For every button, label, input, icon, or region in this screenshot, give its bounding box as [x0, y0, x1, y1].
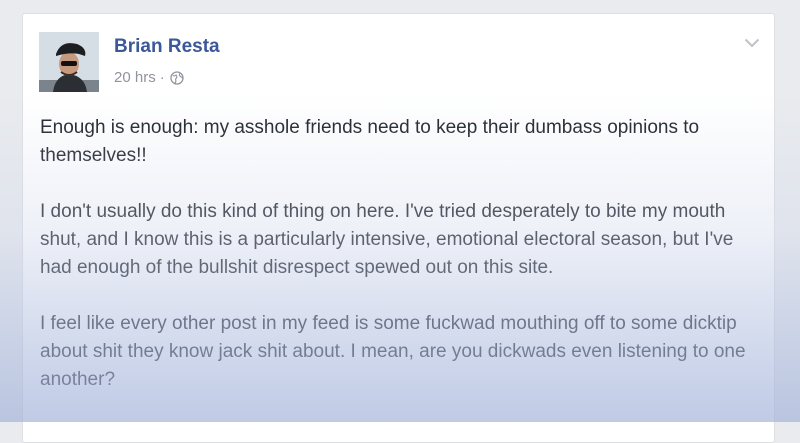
avatar-photo: [39, 32, 99, 92]
post-timestamp[interactable]: 20 hrs: [114, 69, 156, 86]
author-name-link[interactable]: Brian Resta: [114, 36, 220, 58]
post-card: Brian Resta 20 hrs · Enough is enough: m…: [22, 13, 775, 443]
post-header: Brian Resta 20 hrs ·: [39, 32, 739, 92]
avatar[interactable]: [39, 32, 99, 92]
post-paragraph: I don't usually do this kind of thing on…: [40, 201, 734, 278]
post-paragraph: I feel like every other post in my feed …: [40, 313, 746, 390]
globe-icon[interactable]: [170, 70, 184, 85]
chevron-down-icon[interactable]: [744, 38, 760, 48]
post-meta: 20 hrs ·: [114, 69, 184, 86]
meta-separator: ·: [159, 69, 165, 86]
post-paragraph: Enough is enough: my asshole friends nee…: [40, 117, 700, 166]
post-body: Enough is enough: my asshole friends nee…: [40, 114, 765, 422]
